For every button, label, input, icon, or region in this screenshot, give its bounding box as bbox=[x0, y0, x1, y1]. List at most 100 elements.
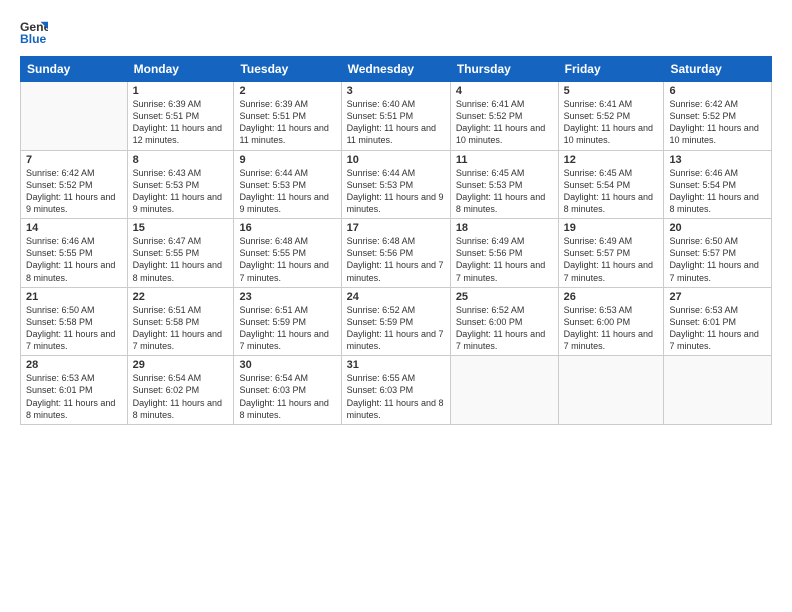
day-number: 31 bbox=[347, 359, 445, 371]
day-number: 15 bbox=[133, 222, 229, 234]
day-number: 3 bbox=[347, 85, 445, 97]
calendar-cell bbox=[558, 356, 664, 425]
calendar-cell: 21Sunrise: 6:50 AMSunset: 5:58 PMDayligh… bbox=[21, 287, 128, 356]
calendar-cell: 5Sunrise: 6:41 AMSunset: 5:52 PMDaylight… bbox=[558, 82, 664, 151]
day-info: Sunrise: 6:54 AMSunset: 6:03 PMDaylight:… bbox=[239, 372, 335, 421]
calendar-cell: 1Sunrise: 6:39 AMSunset: 5:51 PMDaylight… bbox=[127, 82, 234, 151]
calendar-cell: 29Sunrise: 6:54 AMSunset: 6:02 PMDayligh… bbox=[127, 356, 234, 425]
day-number: 28 bbox=[26, 359, 122, 371]
weekday-header: Tuesday bbox=[234, 57, 341, 82]
day-info: Sunrise: 6:53 AMSunset: 6:01 PMDaylight:… bbox=[669, 304, 766, 353]
calendar-cell bbox=[21, 82, 128, 151]
calendar-week-row: 28Sunrise: 6:53 AMSunset: 6:01 PMDayligh… bbox=[21, 356, 772, 425]
day-info: Sunrise: 6:54 AMSunset: 6:02 PMDaylight:… bbox=[133, 372, 229, 421]
day-info: Sunrise: 6:43 AMSunset: 5:53 PMDaylight:… bbox=[133, 167, 229, 216]
day-info: Sunrise: 6:47 AMSunset: 5:55 PMDaylight:… bbox=[133, 235, 229, 284]
calendar-cell: 18Sunrise: 6:49 AMSunset: 5:56 PMDayligh… bbox=[450, 219, 558, 288]
logo-icon: General Blue bbox=[20, 18, 48, 46]
day-info: Sunrise: 6:49 AMSunset: 5:57 PMDaylight:… bbox=[564, 235, 659, 284]
weekday-header: Monday bbox=[127, 57, 234, 82]
calendar-cell: 15Sunrise: 6:47 AMSunset: 5:55 PMDayligh… bbox=[127, 219, 234, 288]
day-info: Sunrise: 6:50 AMSunset: 5:57 PMDaylight:… bbox=[669, 235, 766, 284]
day-info: Sunrise: 6:48 AMSunset: 5:56 PMDaylight:… bbox=[347, 235, 445, 284]
calendar-cell: 26Sunrise: 6:53 AMSunset: 6:00 PMDayligh… bbox=[558, 287, 664, 356]
day-number: 1 bbox=[133, 85, 229, 97]
calendar-cell: 10Sunrise: 6:44 AMSunset: 5:53 PMDayligh… bbox=[341, 150, 450, 219]
day-number: 8 bbox=[133, 154, 229, 166]
calendar-cell: 20Sunrise: 6:50 AMSunset: 5:57 PMDayligh… bbox=[664, 219, 772, 288]
day-info: Sunrise: 6:49 AMSunset: 5:56 PMDaylight:… bbox=[456, 235, 553, 284]
day-number: 19 bbox=[564, 222, 659, 234]
logo: General Blue bbox=[20, 18, 48, 46]
day-number: 25 bbox=[456, 291, 553, 303]
day-info: Sunrise: 6:51 AMSunset: 5:58 PMDaylight:… bbox=[133, 304, 229, 353]
day-number: 24 bbox=[347, 291, 445, 303]
calendar-cell: 11Sunrise: 6:45 AMSunset: 5:53 PMDayligh… bbox=[450, 150, 558, 219]
day-number: 30 bbox=[239, 359, 335, 371]
weekday-header: Thursday bbox=[450, 57, 558, 82]
day-number: 6 bbox=[669, 85, 766, 97]
day-info: Sunrise: 6:53 AMSunset: 6:01 PMDaylight:… bbox=[26, 372, 122, 421]
day-number: 14 bbox=[26, 222, 122, 234]
day-info: Sunrise: 6:48 AMSunset: 5:55 PMDaylight:… bbox=[239, 235, 335, 284]
day-number: 26 bbox=[564, 291, 659, 303]
day-info: Sunrise: 6:55 AMSunset: 6:03 PMDaylight:… bbox=[347, 372, 445, 421]
svg-text:Blue: Blue bbox=[20, 32, 47, 46]
day-number: 18 bbox=[456, 222, 553, 234]
weekday-header: Sunday bbox=[21, 57, 128, 82]
day-info: Sunrise: 6:51 AMSunset: 5:59 PMDaylight:… bbox=[239, 304, 335, 353]
day-info: Sunrise: 6:46 AMSunset: 5:55 PMDaylight:… bbox=[26, 235, 122, 284]
weekday-header: Friday bbox=[558, 57, 664, 82]
calendar-week-row: 1Sunrise: 6:39 AMSunset: 5:51 PMDaylight… bbox=[21, 82, 772, 151]
calendar-cell: 17Sunrise: 6:48 AMSunset: 5:56 PMDayligh… bbox=[341, 219, 450, 288]
calendar-cell: 25Sunrise: 6:52 AMSunset: 6:00 PMDayligh… bbox=[450, 287, 558, 356]
calendar-cell: 27Sunrise: 6:53 AMSunset: 6:01 PMDayligh… bbox=[664, 287, 772, 356]
calendar-cell: 7Sunrise: 6:42 AMSunset: 5:52 PMDaylight… bbox=[21, 150, 128, 219]
day-info: Sunrise: 6:41 AMSunset: 5:52 PMDaylight:… bbox=[456, 98, 553, 147]
calendar-cell: 24Sunrise: 6:52 AMSunset: 5:59 PMDayligh… bbox=[341, 287, 450, 356]
day-number: 22 bbox=[133, 291, 229, 303]
day-info: Sunrise: 6:39 AMSunset: 5:51 PMDaylight:… bbox=[133, 98, 229, 147]
day-number: 27 bbox=[669, 291, 766, 303]
calendar-cell bbox=[664, 356, 772, 425]
day-info: Sunrise: 6:45 AMSunset: 5:54 PMDaylight:… bbox=[564, 167, 659, 216]
calendar-cell: 22Sunrise: 6:51 AMSunset: 5:58 PMDayligh… bbox=[127, 287, 234, 356]
day-info: Sunrise: 6:52 AMSunset: 6:00 PMDaylight:… bbox=[456, 304, 553, 353]
calendar-cell: 4Sunrise: 6:41 AMSunset: 5:52 PMDaylight… bbox=[450, 82, 558, 151]
weekday-header: Saturday bbox=[664, 57, 772, 82]
calendar-cell: 23Sunrise: 6:51 AMSunset: 5:59 PMDayligh… bbox=[234, 287, 341, 356]
day-number: 2 bbox=[239, 85, 335, 97]
day-info: Sunrise: 6:45 AMSunset: 5:53 PMDaylight:… bbox=[456, 167, 553, 216]
day-number: 12 bbox=[564, 154, 659, 166]
calendar-cell: 2Sunrise: 6:39 AMSunset: 5:51 PMDaylight… bbox=[234, 82, 341, 151]
weekday-header: Wednesday bbox=[341, 57, 450, 82]
calendar-week-row: 14Sunrise: 6:46 AMSunset: 5:55 PMDayligh… bbox=[21, 219, 772, 288]
day-number: 10 bbox=[347, 154, 445, 166]
day-info: Sunrise: 6:41 AMSunset: 5:52 PMDaylight:… bbox=[564, 98, 659, 147]
day-number: 16 bbox=[239, 222, 335, 234]
day-info: Sunrise: 6:40 AMSunset: 5:51 PMDaylight:… bbox=[347, 98, 445, 147]
day-info: Sunrise: 6:53 AMSunset: 6:00 PMDaylight:… bbox=[564, 304, 659, 353]
calendar-cell: 28Sunrise: 6:53 AMSunset: 6:01 PMDayligh… bbox=[21, 356, 128, 425]
calendar-cell bbox=[450, 356, 558, 425]
day-number: 5 bbox=[564, 85, 659, 97]
calendar-cell: 14Sunrise: 6:46 AMSunset: 5:55 PMDayligh… bbox=[21, 219, 128, 288]
day-number: 7 bbox=[26, 154, 122, 166]
day-number: 11 bbox=[456, 154, 553, 166]
weekday-header-row: SundayMondayTuesdayWednesdayThursdayFrid… bbox=[21, 57, 772, 82]
day-info: Sunrise: 6:46 AMSunset: 5:54 PMDaylight:… bbox=[669, 167, 766, 216]
day-number: 17 bbox=[347, 222, 445, 234]
day-info: Sunrise: 6:52 AMSunset: 5:59 PMDaylight:… bbox=[347, 304, 445, 353]
day-info: Sunrise: 6:42 AMSunset: 5:52 PMDaylight:… bbox=[26, 167, 122, 216]
day-info: Sunrise: 6:39 AMSunset: 5:51 PMDaylight:… bbox=[239, 98, 335, 147]
day-number: 21 bbox=[26, 291, 122, 303]
page: General Blue SundayMondayTuesdayWednesda… bbox=[0, 0, 792, 612]
day-number: 9 bbox=[239, 154, 335, 166]
day-info: Sunrise: 6:44 AMSunset: 5:53 PMDaylight:… bbox=[239, 167, 335, 216]
day-info: Sunrise: 6:44 AMSunset: 5:53 PMDaylight:… bbox=[347, 167, 445, 216]
calendar-cell: 16Sunrise: 6:48 AMSunset: 5:55 PMDayligh… bbox=[234, 219, 341, 288]
day-info: Sunrise: 6:42 AMSunset: 5:52 PMDaylight:… bbox=[669, 98, 766, 147]
day-number: 13 bbox=[669, 154, 766, 166]
calendar-week-row: 7Sunrise: 6:42 AMSunset: 5:52 PMDaylight… bbox=[21, 150, 772, 219]
calendar-cell: 31Sunrise: 6:55 AMSunset: 6:03 PMDayligh… bbox=[341, 356, 450, 425]
